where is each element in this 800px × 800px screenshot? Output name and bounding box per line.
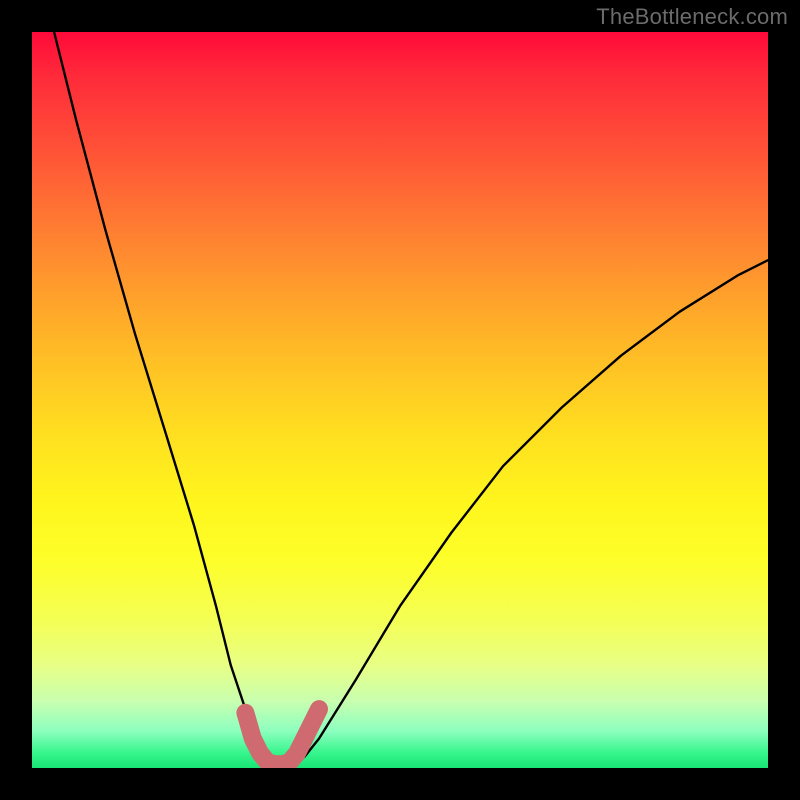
watermark-text: TheBottleneck.com: [596, 4, 788, 30]
marker-dot: [311, 701, 327, 717]
chart-frame: TheBottleneck.com: [0, 0, 800, 800]
bottleneck-curve: [54, 32, 768, 764]
plot-svg: [32, 32, 768, 768]
optimal-range-marker: [245, 709, 319, 764]
curve-group: [54, 32, 768, 764]
plot-area: [32, 32, 768, 768]
